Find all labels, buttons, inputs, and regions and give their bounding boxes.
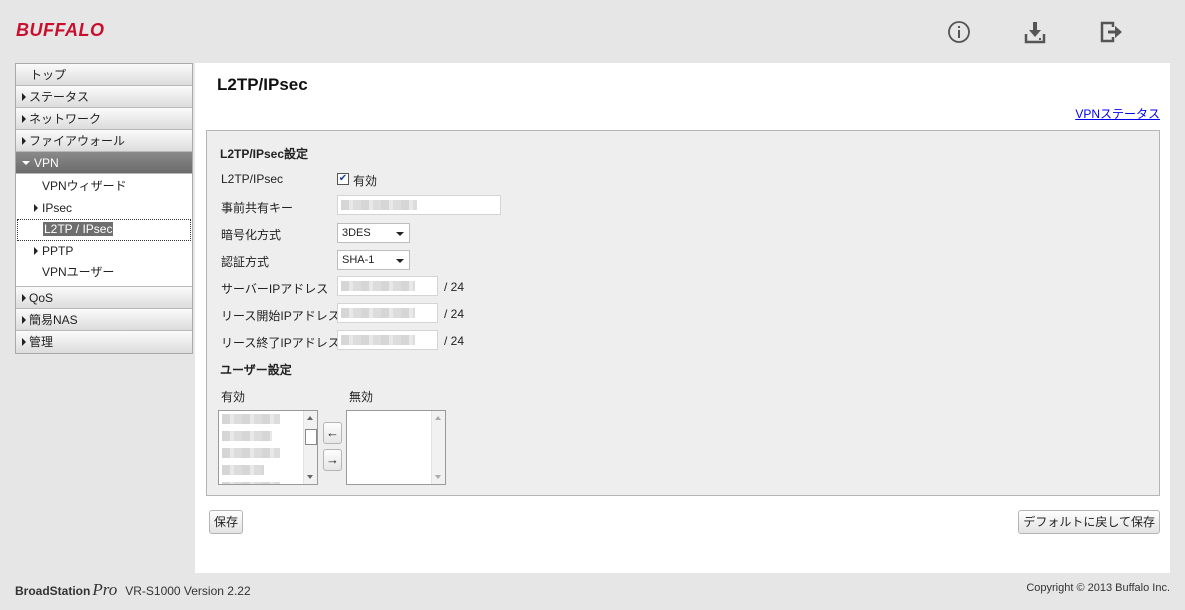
arrow-right-icon (34, 203, 38, 212)
list-item[interactable] (222, 482, 280, 484)
info-icon[interactable] (947, 20, 971, 44)
lease-end-label: リース終了IPアドレス (221, 336, 340, 350)
masked-value (341, 335, 415, 345)
l2tp-label: L2TP/IPsec (221, 172, 284, 186)
sidebar-sub-vpn-user[interactable]: VPNユーザー (16, 262, 192, 284)
list-item[interactable] (222, 465, 264, 475)
arrow-right-icon (22, 93, 26, 101)
page-title: L2TP/IPsec (217, 75, 308, 94)
arrow-right-icon (22, 337, 26, 346)
server-ip-label: サーバーIPアドレス (221, 282, 329, 296)
sidebar-sub-vpn-wizard[interactable]: VPNウィザード (16, 176, 192, 198)
sidebar-item-firewall[interactable]: ファイアウォール (16, 130, 192, 152)
vpn-status-link[interactable]: VPNステータス (1075, 105, 1160, 122)
lease-start-label: リース開始IPアドレス (221, 309, 340, 323)
arrow-right-icon (22, 315, 26, 324)
move-right-button[interactable]: → (323, 449, 342, 471)
listbox-scrollbar[interactable] (431, 411, 445, 484)
masked-value (341, 308, 415, 318)
scroll-down-icon[interactable] (307, 475, 313, 479)
psk-label: 事前共有キー (221, 201, 294, 215)
lease-start-input[interactable] (337, 303, 438, 323)
list-item[interactable] (222, 414, 280, 424)
scroll-thumb[interactable] (305, 429, 317, 445)
scroll-down-icon[interactable] (435, 475, 441, 479)
listbox-scrollbar[interactable] (303, 411, 317, 484)
auth-select[interactable]: SHA-1 (337, 250, 410, 270)
sidebar-sub-label: IPsec (42, 200, 73, 215)
brand-name: BroadStation (15, 584, 91, 598)
settings-box: L2TP/IPsec設定 L2TP/IPsec ✔ 有効 事前共有キー 暗号化方… (206, 130, 1160, 496)
sidebar-item-nas[interactable]: 簡易NAS (16, 308, 192, 331)
move-left-button[interactable]: ← (323, 422, 342, 444)
enabled-users-label: 有効 (221, 390, 246, 404)
sidebar-sub-label: L2TP / IPsec (43, 222, 114, 236)
arrow-down-icon (22, 161, 30, 165)
lease-end-prefix: / 24 (444, 334, 465, 348)
sidebar-sub-l2tp-ipsec[interactable]: L2TP / IPsec (17, 219, 191, 241)
lease-start-prefix: / 24 (444, 307, 465, 321)
encryption-value: 3DES (342, 227, 371, 239)
section-title: L2TP/IPsec設定 (220, 147, 309, 161)
arrow-right-icon (22, 115, 26, 123)
arrow-right-icon (22, 293, 26, 302)
server-ip-input[interactable] (337, 276, 438, 296)
list-item[interactable] (222, 448, 280, 458)
arrow-right-icon (22, 137, 26, 145)
sidebar-item-label: ネットワーク (29, 112, 102, 126)
save-button[interactable]: 保存 (209, 510, 244, 534)
sidebar-item-label: VPN (34, 156, 59, 170)
auth-label: 認証方式 (221, 255, 270, 269)
lease-end-input[interactable] (337, 330, 438, 350)
model-version: VR-S1000 Version 2.22 (125, 584, 251, 598)
main-panel: L2TP/IPsec VPNステータス L2TP/IPsec設定 L2TP/IP… (195, 63, 1170, 573)
masked-value (341, 200, 417, 210)
arrow-right-icon (34, 246, 38, 255)
sidebar-item-label: 簡易NAS (29, 312, 78, 327)
sidebar-sub-label: PPTP (42, 243, 74, 258)
sidebar-item-label: QoS (29, 290, 54, 305)
download-icon[interactable] (1023, 20, 1047, 44)
chevron-down-icon (396, 232, 404, 236)
sidebar-item-label: ステータス (29, 90, 90, 104)
disabled-users-listbox[interactable] (346, 410, 446, 485)
sidebar-item-network[interactable]: ネットワーク (16, 108, 192, 130)
sidebar-sub-label: VPNウィザード (42, 179, 127, 193)
auth-value: SHA-1 (342, 254, 375, 266)
l2tp-enable-label: 有効 (353, 174, 378, 188)
footer-brand: BroadStation Pro VR-S1000 Version 2.22 (15, 580, 251, 600)
sidebar-item-qos[interactable]: QoS (16, 286, 192, 309)
server-ip-prefix: / 24 (444, 280, 465, 294)
sidebar-item-label: 管理 (29, 334, 54, 349)
chevron-down-icon (396, 259, 404, 263)
sidebar-item-label: トップ (30, 68, 67, 82)
scroll-up-icon[interactable] (435, 416, 441, 420)
enabled-users-listbox[interactable] (218, 410, 318, 485)
reset-and-save-button[interactable]: デフォルトに戻して保存 (1018, 510, 1160, 534)
checkmark-icon: ✔ (338, 173, 348, 184)
encryption-label: 暗号化方式 (221, 228, 282, 242)
sidebar-item-vpn[interactable]: VPN (16, 152, 192, 174)
user-settings-title: ユーザー設定 (220, 363, 292, 377)
sidebar-item-label: ファイアウォール (29, 134, 126, 148)
buffalo-logo: BUFFALO (16, 20, 105, 40)
sidebar-item-top[interactable]: トップ (16, 64, 192, 86)
sidebar-sub-ipsec[interactable]: IPsec (16, 197, 192, 219)
encryption-select[interactable]: 3DES (337, 223, 410, 243)
sidebar-item-admin[interactable]: 管理 (16, 330, 192, 353)
l2tp-enable-checkbox[interactable]: ✔ (337, 173, 349, 185)
scroll-up-icon[interactable] (307, 416, 313, 420)
vpn-submenu: VPNウィザード IPsec L2TP / IPsec PPTP VPNユーザー (16, 174, 192, 287)
masked-value (341, 281, 415, 291)
sidebar-sub-pptp[interactable]: PPTP (16, 240, 192, 262)
logout-icon[interactable] (1099, 20, 1123, 44)
sidebar-sub-label: VPNユーザー (42, 265, 115, 279)
sidebar-item-status[interactable]: ステータス (16, 86, 192, 108)
psk-input[interactable] (337, 195, 501, 215)
brand-pro: Pro (92, 580, 118, 599)
sidebar-nav: トップ ステータス ネットワーク ファイアウォール VPN VPNウィザード I… (15, 63, 193, 354)
disabled-users-label: 無効 (349, 390, 374, 404)
list-item[interactable] (222, 431, 272, 441)
copyright: Copyright © 2013 Buffalo Inc. (1026, 582, 1170, 594)
